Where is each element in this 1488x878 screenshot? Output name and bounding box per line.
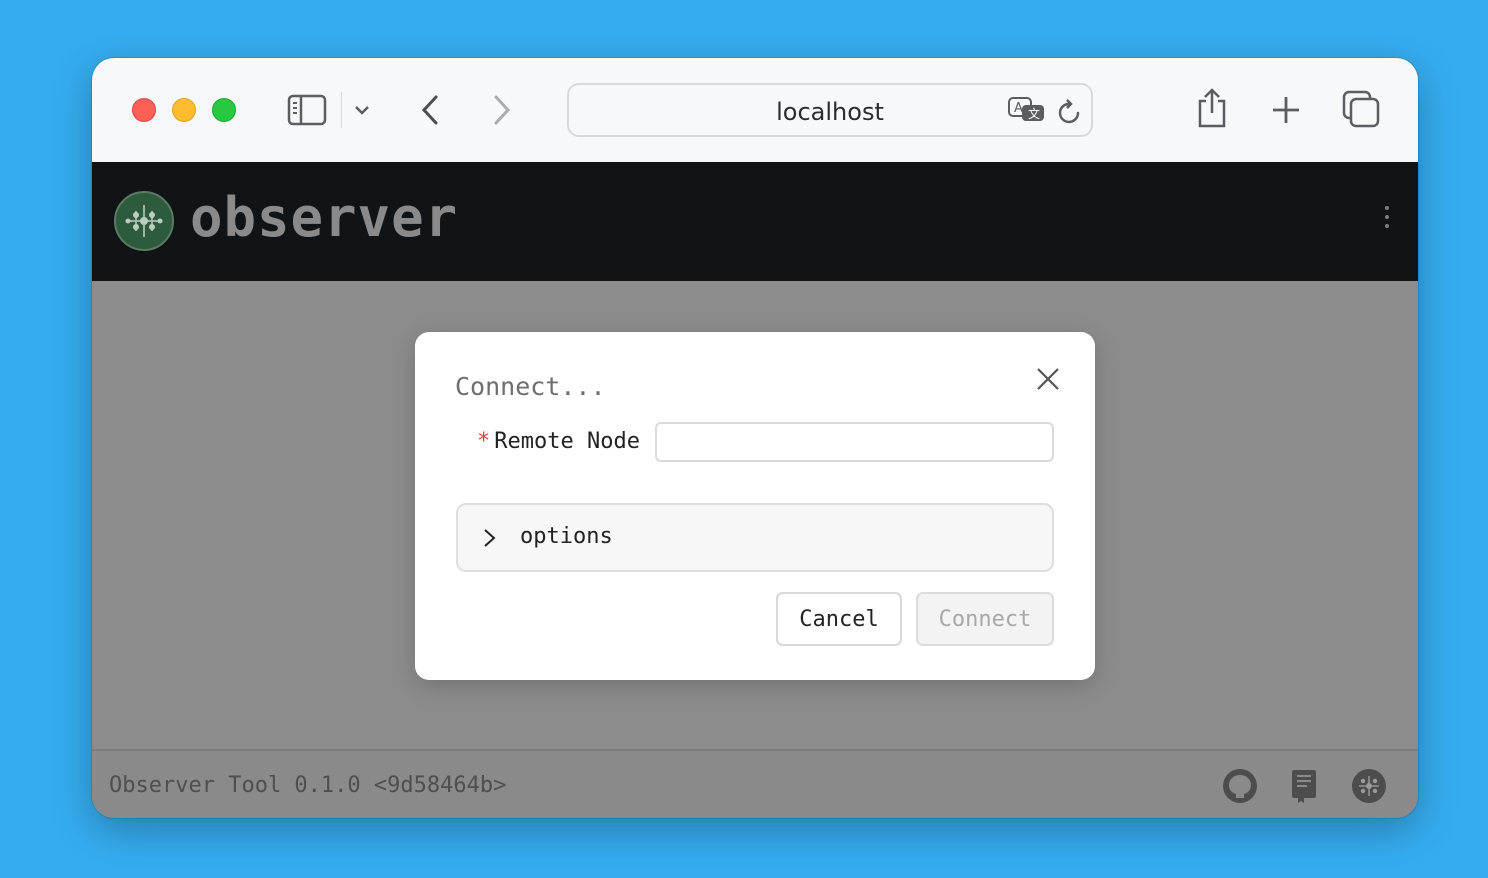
maximize-window-button[interactable] [212, 98, 236, 122]
required-mark: * [477, 429, 491, 454]
chevron-down-icon[interactable] [352, 98, 372, 122]
tabs-icon[interactable] [1342, 90, 1380, 128]
remote-node-label-text: Remote Node : [494, 429, 667, 454]
app-footer: Observer Tool 0.1.0 <9d58464b> [92, 749, 1418, 818]
remote-node-label: * Remote Node : [477, 429, 666, 454]
close-window-button[interactable] [132, 98, 156, 122]
connect-button[interactable]: Connect [916, 592, 1054, 646]
dialog-title: Connect... [455, 372, 606, 401]
translate-icon[interactable]: A文 [1007, 96, 1047, 126]
forward-icon[interactable] [488, 92, 516, 128]
close-icon[interactable] [1035, 366, 1061, 392]
minimize-window-button[interactable] [172, 98, 196, 122]
back-icon[interactable] [416, 92, 444, 128]
app-header: observer [92, 162, 1418, 281]
sidebar-icon[interactable] [286, 92, 328, 128]
docs-icon[interactable] [1285, 767, 1323, 805]
options-collapse[interactable]: options [456, 503, 1054, 572]
remote-node-input[interactable] [655, 422, 1054, 462]
new-tab-icon[interactable] [1268, 92, 1304, 128]
reload-icon[interactable] [1056, 97, 1084, 127]
svg-text:A: A [1014, 101, 1023, 116]
version-text: Observer Tool 0.1.0 <9d58464b> [109, 773, 507, 798]
address-bar[interactable]: localhost A文 [567, 83, 1093, 137]
options-label: options [520, 524, 613, 549]
app-brand: observer [190, 186, 459, 249]
github-icon[interactable] [1221, 767, 1259, 805]
cancel-button[interactable]: Cancel [776, 592, 902, 646]
toolbar-separator [341, 92, 342, 128]
chevron-right-icon [482, 527, 500, 549]
observer-logo-icon[interactable] [114, 191, 174, 251]
connect-dialog: Connect... * Remote Node : options Cancel… [415, 332, 1095, 680]
svg-text:文: 文 [1028, 106, 1040, 121]
share-icon[interactable] [1194, 86, 1230, 130]
browser-toolbar: localhost A文 [92, 58, 1418, 162]
observer-icon[interactable] [1350, 767, 1388, 805]
kebab-menu-icon[interactable] [1382, 206, 1392, 236]
